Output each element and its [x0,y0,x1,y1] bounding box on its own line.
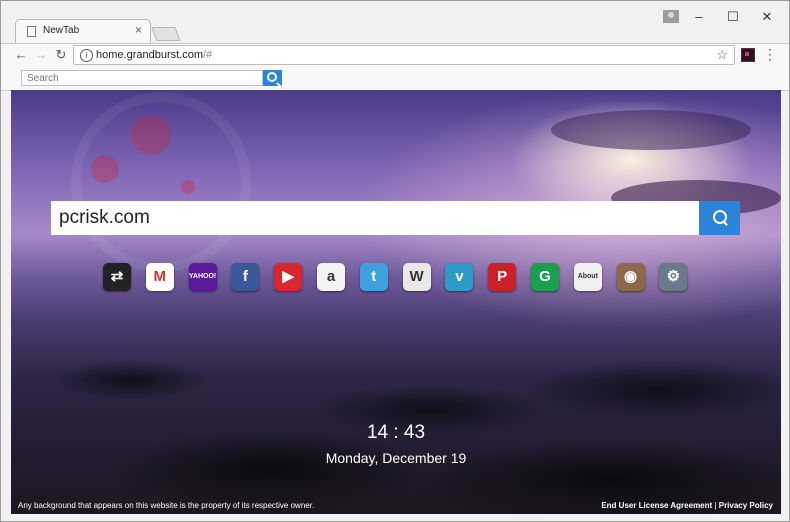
new-tab-button[interactable] [151,27,181,41]
grammarly-icon[interactable]: G [531,263,559,291]
bookmark-star-icon[interactable]: ☆ [716,47,728,63]
background-disclaimer: Any background that appears on this webs… [18,501,315,510]
footer-separator: | [714,501,717,510]
close-window-icon[interactable]: ✕ [757,9,777,25]
wikipedia-icon[interactable]: W [402,263,431,291]
url-text[interactable]: home.grandburst.com/# [96,49,212,61]
facebook-icon[interactable]: f [231,263,260,291]
vimeo-icon[interactable]: v [445,263,474,291]
about-icon[interactable]: About [573,263,602,291]
search-icon [267,72,277,82]
tab-newtab[interactable]: NewTab × [15,19,151,43]
settings-icon[interactable]: ⚙ [659,263,688,291]
navigation-toolbar: ← → ↻ i home.grandburst.com/# ☆ ⋮ [1,43,789,68]
back-icon[interactable]: ← [13,47,29,62]
youtube-icon[interactable]: ▶ [274,263,303,291]
address-bar[interactable]: i home.grandburst.com/# ☆ [73,45,735,65]
yahoo-icon[interactable]: YAHOO! [188,263,217,291]
privacy-policy-link[interactable]: Privacy Policy [719,501,773,510]
gmail-icon[interactable]: M [145,263,174,291]
minimize-icon[interactable]: – [689,9,709,24]
search-icon [713,210,727,224]
cloud [551,110,751,150]
url-host: home.grandburst.com [96,49,203,61]
info-icon[interactable]: i [80,49,93,62]
page-icon [27,26,36,37]
watermark-dot [181,180,195,194]
clock-time: 14 : 43 [366,422,426,443]
forward-icon[interactable]: → [33,47,49,62]
clock-date: Monday, December 19 [325,450,467,466]
maximize-icon[interactable]: ☐ [723,9,743,25]
reload-icon[interactable]: ↻ [53,47,69,63]
main-search-input[interactable] [51,201,699,235]
toolbar-search-input[interactable] [21,70,263,86]
instagram-icon[interactable]: ◉ [616,263,645,291]
watermark-dot [131,115,171,155]
switcher-icon[interactable]: ⇄ [103,263,131,291]
search-toolbar [1,67,789,91]
watermark-dot [91,155,119,183]
user-icon[interactable] [663,10,679,23]
toolbar-search-button[interactable] [263,70,282,86]
quick-links: ⇄ M YAHOO! f ▶ a t Wv P G About ◉ ⚙ [103,263,703,293]
close-tab-icon[interactable]: × [135,23,142,37]
footer-links: End User License Agreement | Privacy Pol… [601,501,773,510]
main-search-button[interactable] [699,201,740,235]
eula-link[interactable]: End User License Agreement [601,501,712,510]
background-rocks [11,320,781,514]
menu-icon[interactable]: ⋮ [763,46,777,63]
title-bar: NewTab × – ☐ ✕ [1,1,789,43]
new-tab-page: ⇄ M YAHOO! f ▶ atWvPG About ◉ ⚙ 14 : 43 Monday, … [11,90,781,514]
tab-title: NewTab [43,25,80,36]
amazon-icon[interactable]: a [317,263,345,291]
twitter-icon[interactable]: t [359,263,388,291]
browser-window: NewTab × – ☐ ✕ ← → ↻ i home.grandburst.c… [0,0,790,522]
pinterest-icon[interactable]: P [488,263,517,291]
extension-icon[interactable] [741,48,755,62]
url-path: /# [203,49,213,61]
